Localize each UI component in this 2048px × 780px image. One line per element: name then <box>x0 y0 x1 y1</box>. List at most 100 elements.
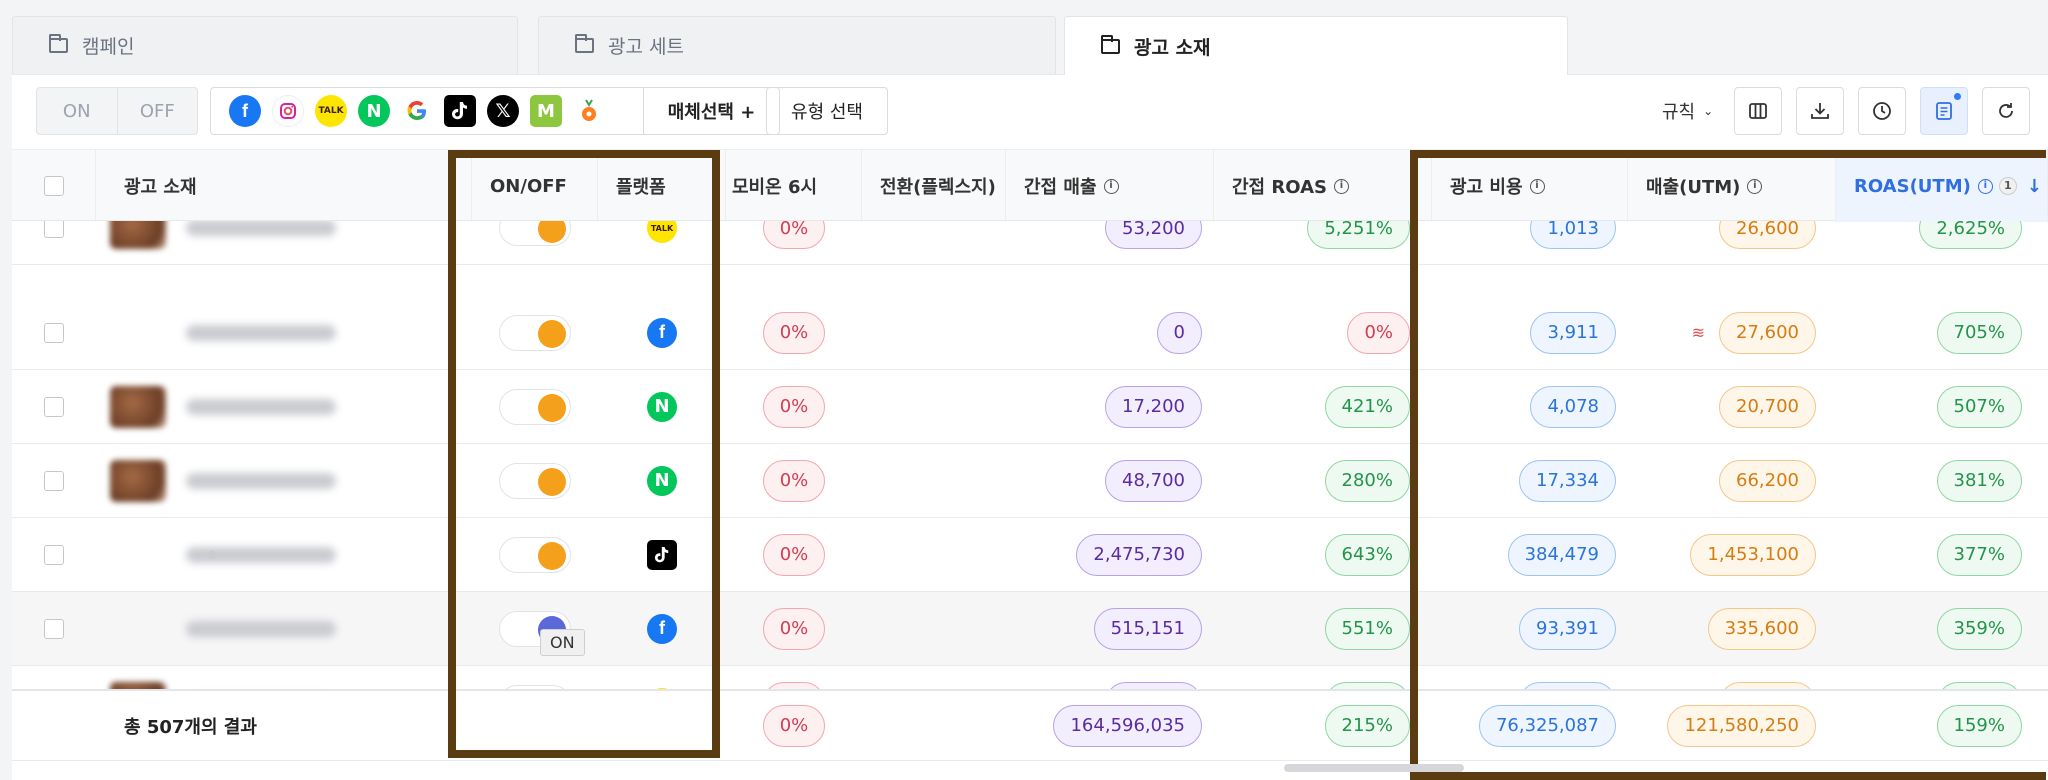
bulk-on-button[interactable]: ON <box>37 88 118 134</box>
select-all-checkbox[interactable] <box>43 176 64 196</box>
mobion-cell: 0% <box>726 592 862 665</box>
col-creative[interactable]: 광고 소재 <box>96 150 472 222</box>
onoff-toggle[interactable] <box>499 314 571 351</box>
table-row[interactable]: TALK 0% 53,200 5,251% 1,013 26,600 2,625… <box>12 221 2048 265</box>
roas-utm-value: 359% <box>1936 607 2022 650</box>
roas-utm-value: 507% <box>1936 385 2022 428</box>
mobion-value: 0% <box>762 311 826 354</box>
table-row[interactable]: N 0% 48,700 280% 17,334 66,200 381% <box>12 444 2048 518</box>
roas-utm-cell: 377% <box>1836 518 2048 591</box>
onoff-toggle[interactable] <box>499 462 571 499</box>
row-select-cell <box>12 518 96 591</box>
table-row[interactable]: N 0% 17,200 421% 4,078 20,700 507% <box>12 370 2048 444</box>
conversion-cell <box>862 370 1006 443</box>
chevron-down-icon: ⌄ <box>1703 104 1714 118</box>
col-sales-utm[interactable]: 매출(UTM) i <box>1628 150 1836 222</box>
ad-cost-value: 1,013 <box>1530 221 1616 249</box>
creative-thumbnail <box>110 221 166 249</box>
type-select-button[interactable]: 유형 선택 <box>766 87 888 135</box>
col-conversion[interactable]: 전환(플렉스지) <box>862 150 1006 222</box>
info-icon[interactable]: i <box>1977 178 1993 194</box>
col-ad-cost[interactable]: 광고 비용 i <box>1432 150 1628 222</box>
x-icon[interactable]: 𝕏 <box>487 95 519 127</box>
google-icon[interactable] <box>401 95 433 127</box>
refresh-button[interactable] <box>1982 87 2030 135</box>
onoff-cell <box>472 296 598 369</box>
info-icon[interactable]: i <box>1103 178 1119 194</box>
sales-utm-value: 26,600 <box>1719 221 1816 249</box>
footer-indirect-roas: 215% <box>1324 704 1410 747</box>
table-row[interactable]: f 0% 0 0% 3,911 ≋ 27,600 705% <box>12 296 2048 370</box>
report-button[interactable] <box>1920 87 1968 135</box>
row-checkbox[interactable] <box>44 618 64 639</box>
moloco-icon[interactable]: M <box>530 95 562 127</box>
naver-icon: N <box>647 465 677 496</box>
indirect-sales-cell: 53,200 <box>1006 221 1214 264</box>
naver-icon[interactable]: N <box>358 95 390 127</box>
creative-cell[interactable] <box>96 518 472 591</box>
info-icon[interactable]: i <box>1747 178 1763 194</box>
platform-cell: N <box>598 444 726 517</box>
columns-icon <box>1749 103 1767 119</box>
col-indirect-sales[interactable]: 간접 매출 i <box>1006 150 1214 222</box>
col-mobion[interactable]: 모비온 6시 <box>726 150 862 222</box>
columns-button[interactable] <box>1734 87 1782 135</box>
row-checkbox[interactable] <box>44 396 64 417</box>
indirect-roas-value: 551% <box>1324 607 1410 650</box>
onoff-toggle[interactable] <box>499 536 571 573</box>
creative-cell[interactable] <box>96 221 472 264</box>
row-checkbox[interactable] <box>44 470 64 491</box>
tab-ad-creative[interactable]: 광고 소재 <box>1064 16 1568 75</box>
info-icon[interactable]: i <box>1529 178 1545 194</box>
tiktok-icon[interactable] <box>444 95 476 127</box>
row-checkbox[interactable] <box>44 221 64 238</box>
table-row[interactable]: f 0% 515,151 551% 93,391 335,600 359% <box>12 592 2048 666</box>
col-roas-utm[interactable]: ROAS(UTM) i 1 ↓ <box>1836 150 2048 222</box>
row-checkbox[interactable] <box>44 322 64 343</box>
col-platform[interactable]: 플랫폼 <box>598 150 726 222</box>
tab-ad-set[interactable]: 광고 세트 <box>538 16 1056 74</box>
horizontal-scrollbar[interactable] <box>1284 764 1464 772</box>
row-select-cell <box>12 444 96 517</box>
creative-cell[interactable] <box>96 444 472 517</box>
download-button[interactable] <box>1796 87 1844 135</box>
creative-cell[interactable] <box>96 296 472 369</box>
facebook-icon[interactable]: f <box>229 95 261 127</box>
roas-utm-cell: 2,625% <box>1836 221 2048 264</box>
toggle-knob <box>538 319 566 348</box>
creative-thumbnail <box>110 459 166 502</box>
col-indirect-roas[interactable]: 간접 ROAS i <box>1214 150 1432 222</box>
sort-desc-icon[interactable]: ↓ <box>2027 176 2042 197</box>
roas-utm-value: 705% <box>1936 311 2022 354</box>
table-row[interactable]: 0% 2,475,730 643% 384,479 1,453,100 377% <box>12 518 2048 592</box>
mobion-value: 0% <box>762 533 826 576</box>
onoff-toggle[interactable] <box>499 388 571 425</box>
media-select-button[interactable]: 매체선택 + <box>643 88 779 134</box>
instagram-icon[interactable] <box>272 95 304 127</box>
mobion-cell: 0% <box>726 518 862 591</box>
rule-dropdown[interactable]: 규칙 ⌄ <box>1662 87 1713 135</box>
bulk-off-button[interactable]: OFF <box>118 88 198 134</box>
footer-sales-utm: 121,580,250 <box>1667 704 1816 747</box>
roas-utm-cell: 359% <box>1836 592 2048 665</box>
tiktok-icon <box>647 539 677 570</box>
onoff-cell <box>472 370 598 443</box>
onoff-toggle[interactable] <box>499 221 571 246</box>
info-icon[interactable]: i <box>1333 178 1349 194</box>
ad-cost-value: 4,078 <box>1530 385 1616 428</box>
carrot-icon[interactable] <box>573 95 605 127</box>
sales-utm-value: 335,600 <box>1707 607 1816 650</box>
onoff-tooltip: ON <box>540 629 585 656</box>
creative-cell[interactable] <box>96 370 472 443</box>
history-button[interactable] <box>1858 87 1906 135</box>
sales-utm-value: 27,600 <box>1719 311 1816 354</box>
creative-cell[interactable] <box>96 592 472 665</box>
row-select-cell <box>12 592 96 665</box>
layers-icon: ≋ <box>1691 323 1706 342</box>
naver-icon: N <box>647 391 677 422</box>
facebook-icon: f <box>647 613 677 644</box>
tab-campaign[interactable]: 캠페인 <box>12 16 518 74</box>
kakao-talk-icon[interactable]: TALK <box>315 95 347 127</box>
row-checkbox[interactable] <box>44 544 64 565</box>
col-onoff[interactable]: ON/OFF <box>472 150 598 222</box>
